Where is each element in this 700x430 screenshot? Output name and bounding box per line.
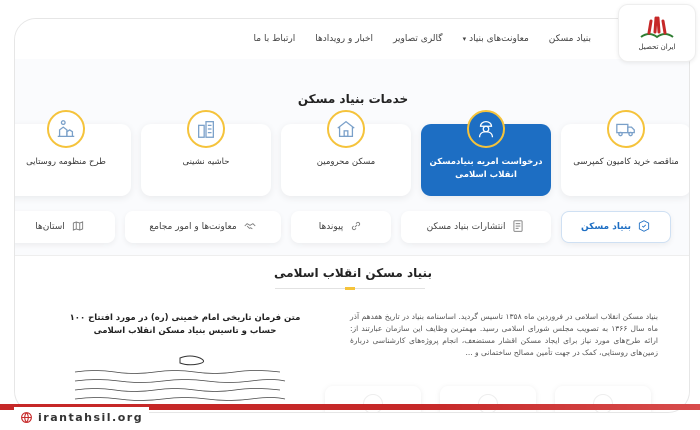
truck-icon	[607, 110, 645, 148]
book-logo-icon	[640, 16, 674, 39]
title-divider	[275, 287, 425, 290]
handwritten-decree-image	[74, 355, 286, 409]
tab-deputies[interactable]: معاونت‌ها و امور مجامع	[125, 211, 281, 243]
divider-accent	[345, 287, 355, 290]
service-card-rural-plan[interactable]: طرح منظومه روستایی	[15, 110, 131, 196]
tab-provinces[interactable]: استان‌ها	[15, 211, 115, 243]
service-cards: مناقصه خرید کامیون کمپرسی درخواست امریه …	[15, 110, 689, 196]
tab-links[interactable]: پیوندها	[291, 211, 391, 243]
service-card-label: حاشیه نشینی	[182, 157, 230, 167]
house-icon	[327, 110, 365, 148]
handshake-icon	[243, 219, 257, 236]
nav-item-label: گالری تصاویر	[393, 34, 443, 44]
service-card-military-service[interactable]: درخواست امریه بنیادمسکن انقلاب اسلامی	[421, 110, 551, 196]
nav-item-contact[interactable]: ارتباط با ما	[254, 34, 296, 44]
website-window: بنیاد مسکن معاونت‌های بنیاد ▾ گالری تصاو…	[14, 18, 690, 413]
page: بنیاد مسکن معاونت‌های بنیاد ▾ گالری تصاو…	[0, 0, 700, 430]
service-card-deprived-housing[interactable]: مسکن محرومین	[281, 110, 411, 196]
nav-item-label: بنیاد مسکن	[548, 34, 591, 44]
about-paragraph: بنیاد مسکن انقلاب اسلامی در فروردین ماه …	[350, 312, 658, 357]
tab-bonyad-maskan[interactable]: بنیاد مسکن	[561, 211, 671, 243]
content-panel: بنیاد مسکن انقلاب اسلامی بنیاد مسکن انقل…	[15, 255, 689, 412]
buildings-icon	[187, 110, 225, 148]
service-card-truck-tender[interactable]: مناقصه خرید کامیون کمپرسی	[561, 110, 689, 196]
nav-item-label: ارتباط با ما	[253, 34, 296, 44]
link-icon	[349, 219, 363, 236]
site-logo[interactable]: ایران تحصیل	[618, 4, 696, 62]
tab-label: بنیاد مسکن	[581, 222, 631, 232]
tab-label: معاونت‌ها و امور مجامع	[149, 222, 237, 232]
publication-icon	[511, 219, 525, 236]
tab-label: استان‌ها	[35, 222, 65, 232]
globe-icon	[21, 411, 32, 423]
nav-item-news[interactable]: اخبار و رویدادها	[315, 34, 373, 44]
site-watermark: irantahsil.org	[14, 407, 150, 427]
nav-item-label: اخبار و رویدادها	[315, 34, 374, 44]
nav-item-gallery[interactable]: گالری تصاویر	[393, 34, 443, 44]
soldier-icon	[467, 110, 505, 148]
content-title: بنیاد مسکن انقلاب اسلامی	[274, 266, 432, 280]
logo-text: ایران تحصیل	[638, 43, 676, 51]
services-title: خدمات بنیاد مسکن	[297, 92, 409, 106]
village-icon	[47, 110, 85, 148]
chevron-down-icon: ▾	[462, 35, 467, 43]
tab-publications[interactable]: انتشارات بنیاد مسکن	[401, 211, 551, 243]
service-card-informal-settlements[interactable]: حاشیه نشینی	[141, 110, 271, 196]
service-card-label: مسکن محرومین	[316, 157, 376, 167]
foundation-icon	[637, 219, 651, 236]
service-card-label: مناقصه خرید کامیون کمپرسی	[573, 157, 679, 167]
decree-title: متن فرمان تاریخی امام خمینی (ره) در مورد…	[69, 313, 301, 336]
service-card-label: طرح منظومه روستایی	[26, 157, 106, 167]
tab-label: انتشارات بنیاد مسکن	[426, 222, 506, 232]
nav-item-deputies[interactable]: معاونت‌های بنیاد ▾	[463, 34, 529, 44]
section-tabs: بنیاد مسکن انتشارات بنیاد مسکن پیوندها م…	[15, 211, 689, 247]
service-card-label: درخواست امریه بنیادمسکن انقلاب اسلامی	[429, 157, 543, 180]
site-url: irantahsil.org	[38, 410, 144, 424]
map-icon	[71, 219, 85, 236]
top-navigation: بنیاد مسکن معاونت‌های بنیاد ▾ گالری تصاو…	[15, 19, 689, 59]
nav-item-label: معاونت‌های بنیاد	[469, 34, 529, 44]
nav-item-bonyad-maskan[interactable]: بنیاد مسکن	[549, 34, 591, 44]
tab-label: پیوندها	[318, 222, 344, 232]
